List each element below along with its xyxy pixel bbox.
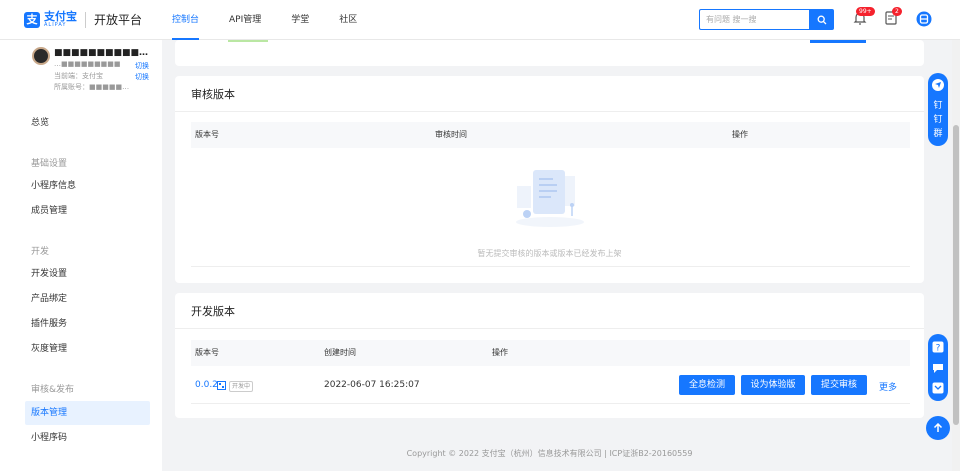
review-table-bottom (191, 266, 910, 267)
message-badge: 2 (892, 7, 902, 16)
search-button[interactable] (809, 9, 834, 30)
sidebar-group-dev: 开发 (31, 247, 50, 257)
nav-academy[interactable]: 学堂 (291, 0, 309, 40)
nav-console[interactable]: 控制台 (172, 0, 200, 40)
ding-char-2: 钉 (933, 115, 943, 125)
dev-card-divider (175, 328, 924, 329)
back-to-top-button[interactable] (926, 416, 950, 440)
ding-char-1: 钉 (933, 101, 943, 111)
qrcode-icon[interactable] (217, 381, 226, 390)
alipay-logo[interactable]: 支 支付宝 ALIPAY 开放平台 (24, 11, 142, 28)
search-box (699, 9, 834, 30)
created-time: 2022-06-07 16:25:07 (324, 380, 420, 390)
sidebar-group-release: 审核&发布 (31, 385, 75, 395)
sidebar: ■■■■■■■■■■… …■■■■■■■■■ 当前端：支付宝 所属账号：■■■■… (0, 40, 162, 471)
alipay-logo-icon: 支 (24, 11, 40, 28)
review-card-divider (175, 111, 924, 112)
feedback-icon[interactable] (932, 382, 944, 394)
notification-badge: 99+ (856, 7, 875, 16)
chat-icon[interactable] (932, 362, 944, 374)
sidebar-item-gray-release[interactable]: 灰度管理 (25, 337, 150, 361)
column-actions: 操作 (492, 348, 508, 357)
footer-copyright: Copyright © 2022 支付宝（杭州）信息技术有限公司 | ICP证浙… (406, 449, 693, 458)
sidebar-item-version-management[interactable]: 版本管理 (25, 401, 150, 425)
switch-end-link[interactable]: 切换 (135, 72, 149, 82)
notification-button[interactable]: 99+ (853, 7, 875, 29)
search-icon (817, 15, 826, 24)
ding-char-3: 群 (933, 129, 943, 139)
dingtalk-group-button[interactable]: 钉 钉 群 (928, 73, 948, 146)
account-label: 所属账号：■■■■■… (54, 83, 130, 91)
main-nav: 控制台 API管理 学堂 社区 (172, 0, 387, 40)
sidebar-item-dev-settings[interactable]: 开发设置 (25, 262, 150, 286)
logo-english: ALIPAY (44, 22, 67, 28)
more-link[interactable]: 更多 (879, 380, 897, 393)
dev-version-card: 开发版本 版本号 创建时间 操作 0.0.2 开发中 2022-06-07 16… (175, 293, 924, 418)
dingtalk-icon (932, 79, 944, 91)
sidebar-item-members[interactable]: 成员管理 (25, 199, 150, 223)
help-icon[interactable]: ? (932, 341, 944, 353)
support-tools: ? (928, 334, 948, 401)
set-trial-version-button[interactable]: 设为体验版 (741, 375, 805, 395)
column-version: 版本号 (195, 130, 219, 139)
user-id: …■■■■■■■■■ (54, 60, 121, 68)
status-strip (228, 40, 268, 42)
submit-review-button[interactable]: 提交审核 (811, 375, 867, 395)
scrollbar-thumb[interactable] (953, 125, 959, 425)
sidebar-item-app-info[interactable]: 小程序信息 (25, 174, 150, 198)
full-check-button[interactable]: 全息检测 (679, 375, 735, 395)
sidebar-group-basic: 基础设置 (31, 159, 68, 169)
avatar[interactable] (32, 47, 50, 65)
dev-table-header: 版本号 创建时间 操作 (191, 340, 910, 366)
status-badge: 开发中 (229, 381, 254, 392)
nav-api[interactable]: API管理 (229, 0, 261, 40)
row-divider (191, 403, 910, 404)
top-bar: 支 支付宝 ALIPAY 开放平台 控制台 API管理 学堂 社区 99+ 2 (0, 0, 960, 40)
user-avatar-icon (916, 11, 932, 27)
column-review-time: 审核时间 (435, 130, 467, 139)
sidebar-item-plugins[interactable]: 插件服务 (25, 312, 150, 336)
previous-card (175, 40, 924, 66)
review-table-header: 版本号 审核时间 操作 (191, 122, 910, 148)
page-scrollbar[interactable] (952, 40, 960, 471)
switch-app-link[interactable]: 切换 (135, 61, 149, 71)
dev-card-title: 开发版本 (191, 305, 235, 318)
previous-card-button[interactable] (810, 40, 866, 43)
search-input[interactable] (699, 9, 809, 30)
empty-state-illustration (516, 170, 584, 227)
review-version-card: 审核版本 版本号 审核时间 操作 暂无提交审核的版本或版本已经发布上架 (175, 76, 924, 283)
column-actions: 操作 (732, 130, 748, 139)
current-end-label: 当前端：支付宝 (54, 72, 103, 80)
platform-title: 开放平台 (94, 13, 143, 27)
sidebar-item-product-binding[interactable]: 产品绑定 (25, 287, 150, 311)
user-name: ■■■■■■■■■■… (54, 48, 149, 58)
svg-text:?: ? (936, 344, 941, 354)
review-empty-text: 暂无提交审核的版本或版本已经发布上架 (477, 249, 622, 258)
arrow-up-icon (933, 423, 943, 432)
review-card-title: 审核版本 (191, 88, 235, 101)
message-button[interactable]: 2 (884, 7, 902, 29)
user-menu-button[interactable] (916, 11, 932, 30)
logo-divider (85, 11, 86, 28)
column-version: 版本号 (195, 348, 219, 357)
nav-community[interactable]: 社区 (339, 0, 357, 40)
sidebar-item-app-code[interactable]: 小程序码 (25, 426, 150, 450)
version-number-link[interactable]: 0.0.2 (195, 380, 218, 390)
column-created-time: 创建时间 (324, 348, 356, 357)
sidebar-item-overview[interactable]: 总览 (25, 111, 150, 135)
logo-name: 支付宝 (44, 10, 77, 23)
